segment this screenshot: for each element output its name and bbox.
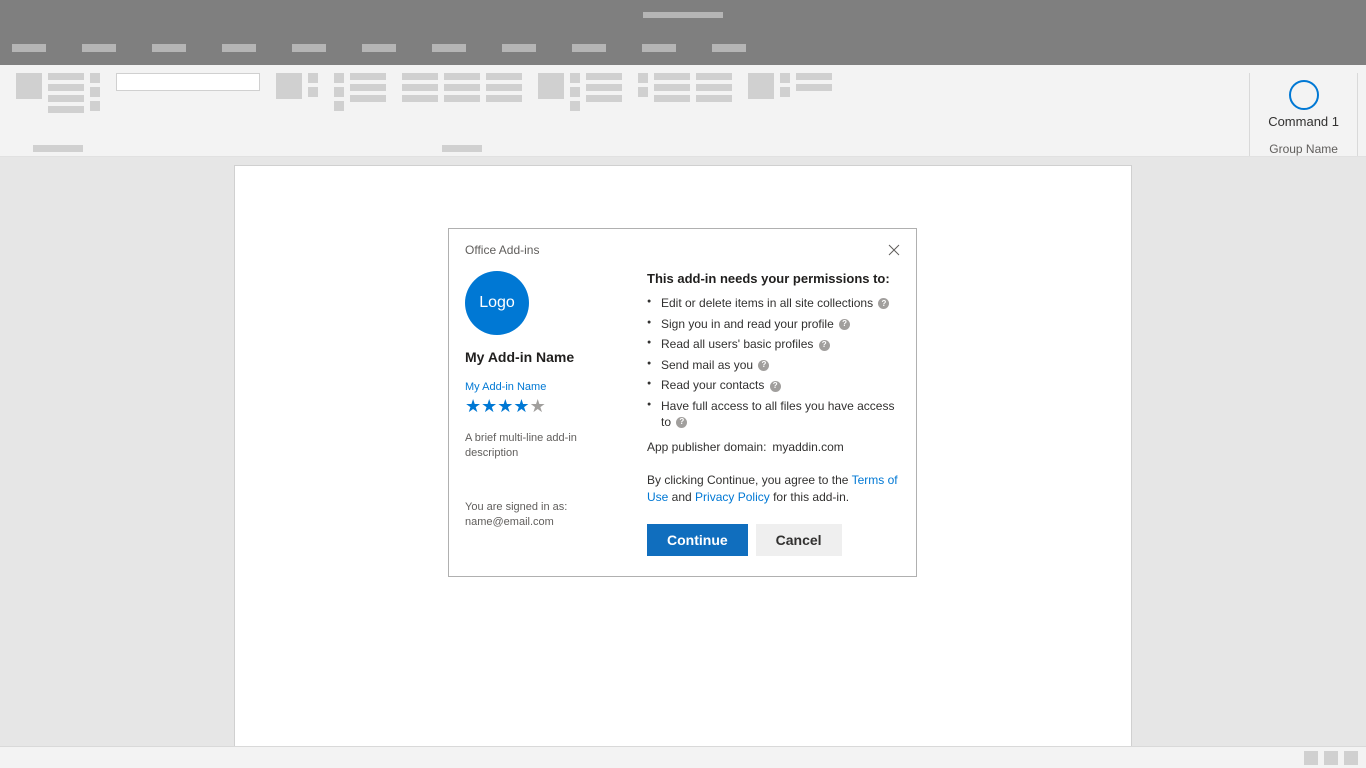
- info-icon[interactable]: ?: [758, 360, 769, 371]
- tab-placeholder[interactable]: [642, 44, 676, 52]
- title-placeholder: [643, 12, 723, 18]
- tab-placeholder[interactable]: [712, 44, 746, 52]
- agreement-text: By clicking Continue, you agree to the T…: [647, 472, 900, 506]
- ribbon-group: [8, 73, 108, 156]
- addin-name: My Add-in Name: [465, 349, 619, 365]
- status-bar-item[interactable]: [1304, 751, 1318, 765]
- ribbon-group: [108, 73, 268, 156]
- info-icon[interactable]: ?: [839, 319, 850, 330]
- tab-placeholder[interactable]: [572, 44, 606, 52]
- title-bar: [0, 0, 1366, 30]
- tabs-bar: [0, 30, 1366, 65]
- close-icon[interactable]: [888, 244, 900, 256]
- document-page[interactable]: Office Add-ins Logo My Add-in Name My Ad…: [234, 165, 1132, 754]
- signed-in-label: You are signed in as:: [465, 501, 567, 513]
- privacy-policy-link[interactable]: Privacy Policy: [695, 490, 770, 504]
- star-icon: ★: [481, 396, 497, 416]
- status-bar: [0, 746, 1366, 768]
- tab-placeholder[interactable]: [502, 44, 536, 52]
- tab-placeholder[interactable]: [222, 44, 256, 52]
- dialog-left-panel: Logo My Add-in Name My Add-in Name ★★★★★…: [465, 271, 619, 556]
- publisher-domain-value: myaddin.com: [772, 440, 843, 454]
- addin-logo: Logo: [465, 271, 529, 335]
- ribbon-group: [630, 73, 740, 156]
- ribbon: Command 1 Group Name: [0, 65, 1366, 157]
- star-icon: ★: [530, 396, 546, 416]
- ribbon-group: [394, 73, 530, 156]
- info-icon[interactable]: ?: [819, 340, 830, 351]
- permission-item: Have full access to all files you have a…: [647, 399, 900, 430]
- tab-placeholder[interactable]: [432, 44, 466, 52]
- ribbon-input[interactable]: [116, 73, 260, 91]
- permission-item: Read all users' basic profiles ?: [647, 337, 900, 353]
- signed-in-email: name@email.com: [465, 516, 554, 528]
- addin-description: A brief multi-line add-in description: [465, 431, 619, 462]
- info-icon[interactable]: ?: [770, 381, 781, 392]
- ribbon-group: [530, 73, 630, 156]
- tab-placeholder[interactable]: [152, 44, 186, 52]
- publisher-label: App publisher domain:: [647, 440, 766, 454]
- cancel-button[interactable]: Cancel: [756, 524, 842, 556]
- command-icon: [1289, 80, 1319, 110]
- rating-stars: ★★★★★: [465, 397, 619, 415]
- logo-text: Logo: [479, 294, 515, 312]
- command-button[interactable]: Command 1: [1258, 73, 1349, 136]
- ribbon-addin-section: Command 1 Group Name: [1249, 73, 1358, 156]
- command-label: Command 1: [1268, 114, 1339, 129]
- star-icon: ★: [497, 396, 513, 416]
- info-icon[interactable]: ?: [878, 298, 889, 309]
- permissions-title: This add-in needs your permissions to:: [647, 271, 900, 286]
- tab-placeholder[interactable]: [82, 44, 116, 52]
- ribbon-group: [268, 73, 326, 156]
- star-icon: ★: [465, 396, 481, 416]
- dialog-right-panel: This add-in needs your permissions to: E…: [647, 271, 900, 556]
- dialog-title: Office Add-ins: [465, 243, 539, 257]
- permission-item: Sign you in and read your profile ?: [647, 317, 900, 333]
- tab-placeholder[interactable]: [362, 44, 396, 52]
- status-bar-item[interactable]: [1324, 751, 1338, 765]
- permission-item: Send mail as you ?: [647, 358, 900, 374]
- publisher-domain: App publisher domain: myaddin.com: [647, 440, 900, 454]
- continue-button[interactable]: Continue: [647, 524, 748, 556]
- star-icon: ★: [513, 396, 529, 416]
- ribbon-group: [326, 73, 394, 156]
- document-area: Office Add-ins Logo My Add-in Name My Ad…: [0, 157, 1366, 746]
- tab-placeholder[interactable]: [292, 44, 326, 52]
- info-icon[interactable]: ?: [676, 417, 687, 428]
- ribbon-group: [740, 73, 840, 156]
- permission-item: Edit or delete items in all site collect…: [647, 296, 900, 312]
- permission-item: Read your contacts ?: [647, 378, 900, 394]
- addin-link[interactable]: My Add-in Name: [465, 381, 619, 393]
- status-bar-item[interactable]: [1344, 751, 1358, 765]
- permissions-list: Edit or delete items in all site collect…: [647, 296, 900, 430]
- group-name-label: Group Name: [1269, 142, 1338, 156]
- signed-in-info: You are signed in as: name@email.com: [465, 500, 619, 531]
- office-addins-dialog: Office Add-ins Logo My Add-in Name My Ad…: [448, 228, 917, 577]
- tab-placeholder[interactable]: [12, 44, 46, 52]
